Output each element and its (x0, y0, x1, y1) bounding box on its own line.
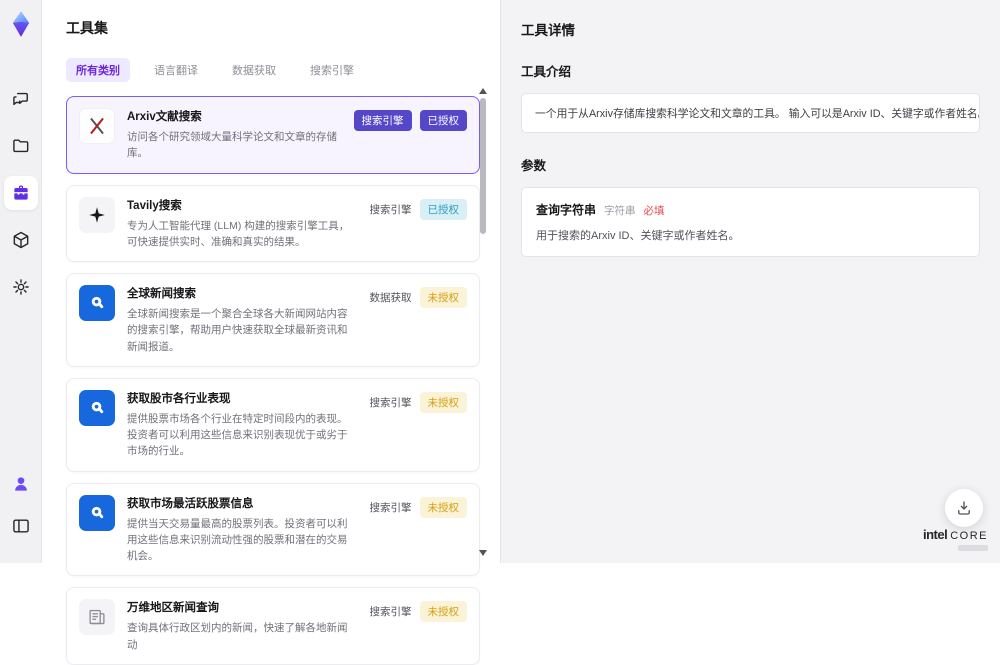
tool-card-global-news[interactable]: 全球新闻搜索 全球新闻搜索是一个聚合全球各大新闻网站内容的搜索引擎，帮助用户快速… (66, 273, 480, 367)
parameter-card: 查询字符串 字符串 必填 用于搜索的Arxiv ID、关键字或作者姓名。 (521, 187, 980, 257)
param-name: 查询字符串 (536, 203, 597, 217)
tool-card-active-stocks[interactable]: 获取市场最活跃股票信息 提供当天交易量最高的股票列表。投资者可以利用这些信息来识… (66, 482, 480, 577)
status-badge: 未授权 (419, 287, 467, 309)
tool-name: 获取股市各行业表现 (127, 392, 231, 405)
sidebar-bottom (4, 467, 38, 563)
params-heading: 参数 (521, 159, 547, 173)
tab-search-engine[interactable]: 搜索引擎 (300, 58, 364, 82)
tool-card-sector-performance[interactable]: 获取股市各行业表现 提供股票市场各个行业在特定时间段内的表现。投资者可以利用这些… (66, 377, 480, 472)
stock-search-icon (79, 494, 115, 531)
category-label: 搜索引擎 (369, 501, 412, 514)
tab-language-translation[interactable]: 语言翻译 (144, 58, 208, 82)
sidebar-item-toolbox[interactable] (3, 176, 38, 210)
tool-name: Arxiv文献搜索 (127, 111, 202, 123)
tool-name: 全球新闻搜索 (127, 288, 196, 301)
sidebar-item-chat[interactable] (4, 82, 38, 116)
logo-bottom-facet (12, 21, 29, 37)
logo-top-facet (12, 11, 29, 23)
tab-data-fetch[interactable]: 数据获取 (222, 58, 286, 82)
tool-description: 专为人工智能代理 (LLM) 构建的搜索引擎工具，可快速提供实时、准确和真实的结… (127, 219, 350, 248)
toolbox-icon (13, 185, 28, 200)
tool-card-tavily[interactable]: Tavily搜索 专为人工智能代理 (LLM) 构建的搜索引擎工具，可快速提供实… (66, 184, 480, 263)
category-label: 数据获取 (369, 292, 412, 305)
status-badge: 已授权 (419, 110, 467, 131)
user-icon (14, 477, 27, 491)
status-badge: 已授权 (419, 198, 467, 220)
cube-icon (13, 231, 28, 249)
sidebar-item-files[interactable] (4, 129, 38, 163)
folder-icon (12, 139, 28, 153)
tool-card-regional-news[interactable]: 万维地区新闻查询 查询具体行政区划内的新闻，快速了解各地新闻动 搜索引擎 未授权 (66, 587, 480, 665)
sidebar-rail (0, 0, 42, 563)
tool-description: 访问各个研究领域大量科学论文和文章的存储库。 (127, 131, 337, 160)
sparkle-icon (79, 196, 115, 233)
panel-toggle-icon (12, 519, 29, 533)
param-required-badge: 必填 (643, 205, 665, 217)
tool-details-panel: 工具详情 工具介绍 一个用于从Arxiv存储库搜索科学论文和文章的工具。 输入可… (500, 0, 1000, 563)
user-avatar-button[interactable] (4, 467, 38, 501)
param-type: 字符串 (604, 205, 636, 217)
download-button[interactable] (945, 489, 983, 527)
tool-description: 查询具体行政区划内的新闻，快速了解各地新闻动 (127, 622, 348, 651)
brand-intel-text: intel (922, 527, 948, 542)
status-badge: 未授权 (419, 496, 467, 518)
panel-toggle-button[interactable] (4, 509, 38, 543)
tool-name: 万维地区新闻查询 (127, 602, 219, 615)
app-logo[interactable] (7, 10, 35, 38)
status-badge: 未授权 (419, 601, 467, 623)
tool-intro-text: 一个用于从Arxiv存储库搜索科学论文和文章的工具。 输入可以是Arxiv ID… (521, 93, 980, 133)
news-search-icon (79, 285, 115, 322)
intel-core-brand: intel CORE (923, 527, 988, 551)
gear-icon (12, 279, 29, 295)
tool-card-arxiv[interactable]: Arxiv文献搜索 访问各个研究领域大量科学论文和文章的存储库。 搜索引擎 已授… (66, 96, 480, 174)
tool-name: 获取市场最活跃股票信息 (127, 497, 254, 510)
newspaper-icon (79, 599, 115, 636)
tool-description: 提供当天交易量最高的股票列表。投资者可以利用这些信息来识别流动性强的股票和潜在的… (127, 517, 348, 563)
scroll-up-arrow[interactable] (479, 88, 487, 94)
chat-icon (12, 92, 28, 106)
sidebar-nav (3, 82, 38, 317)
scroll-down-arrow[interactable] (479, 550, 487, 556)
category-badge: 搜索引擎 (353, 110, 412, 131)
sidebar-item-settings[interactable] (4, 270, 38, 304)
tool-description: 提供股票市场各个行业在特定时间段内的表现。投资者可以利用这些信息来识别表现优于或… (127, 412, 348, 458)
category-tabs: 所有类别 语言翻译 数据获取 搜索引擎 (66, 58, 500, 82)
status-badge: 未授权 (419, 391, 467, 413)
details-title: 工具详情 (521, 23, 575, 38)
list-scrollbar[interactable] (479, 88, 487, 556)
tool-name: Tavily搜索 (127, 199, 182, 212)
tool-description: 全球新闻搜索是一个聚合全球各大新闻网站内容的搜索引擎，帮助用户快速获取全球最新资… (127, 308, 348, 353)
param-description: 用于搜索的Arxiv ID、关键字或作者姓名。 (536, 230, 740, 242)
intro-heading: 工具介绍 (521, 65, 572, 79)
tool-list: Arxiv文献搜索 访问各个研究领域大量科学论文和文章的存储库。 搜索引擎 已授… (66, 96, 480, 665)
sidebar-item-packages[interactable] (4, 223, 38, 257)
brand-subline-decoration (958, 545, 988, 551)
tab-all-categories[interactable]: 所有类别 (66, 58, 130, 82)
category-label: 搜索引擎 (369, 203, 412, 216)
category-label: 搜索引擎 (369, 396, 412, 409)
download-icon (958, 501, 970, 515)
tool-list-panel: 工具集 所有类别 语言翻译 数据获取 搜索引擎 Arxiv文献搜索 访问各个研究… (42, 0, 500, 665)
page-title: 工具集 (66, 20, 108, 36)
category-label: 搜索引擎 (369, 606, 412, 619)
arxiv-icon (79, 108, 115, 144)
scrollbar-thumb[interactable] (480, 98, 486, 234)
stock-search-icon (79, 389, 115, 426)
brand-core-text: CORE (950, 530, 988, 542)
